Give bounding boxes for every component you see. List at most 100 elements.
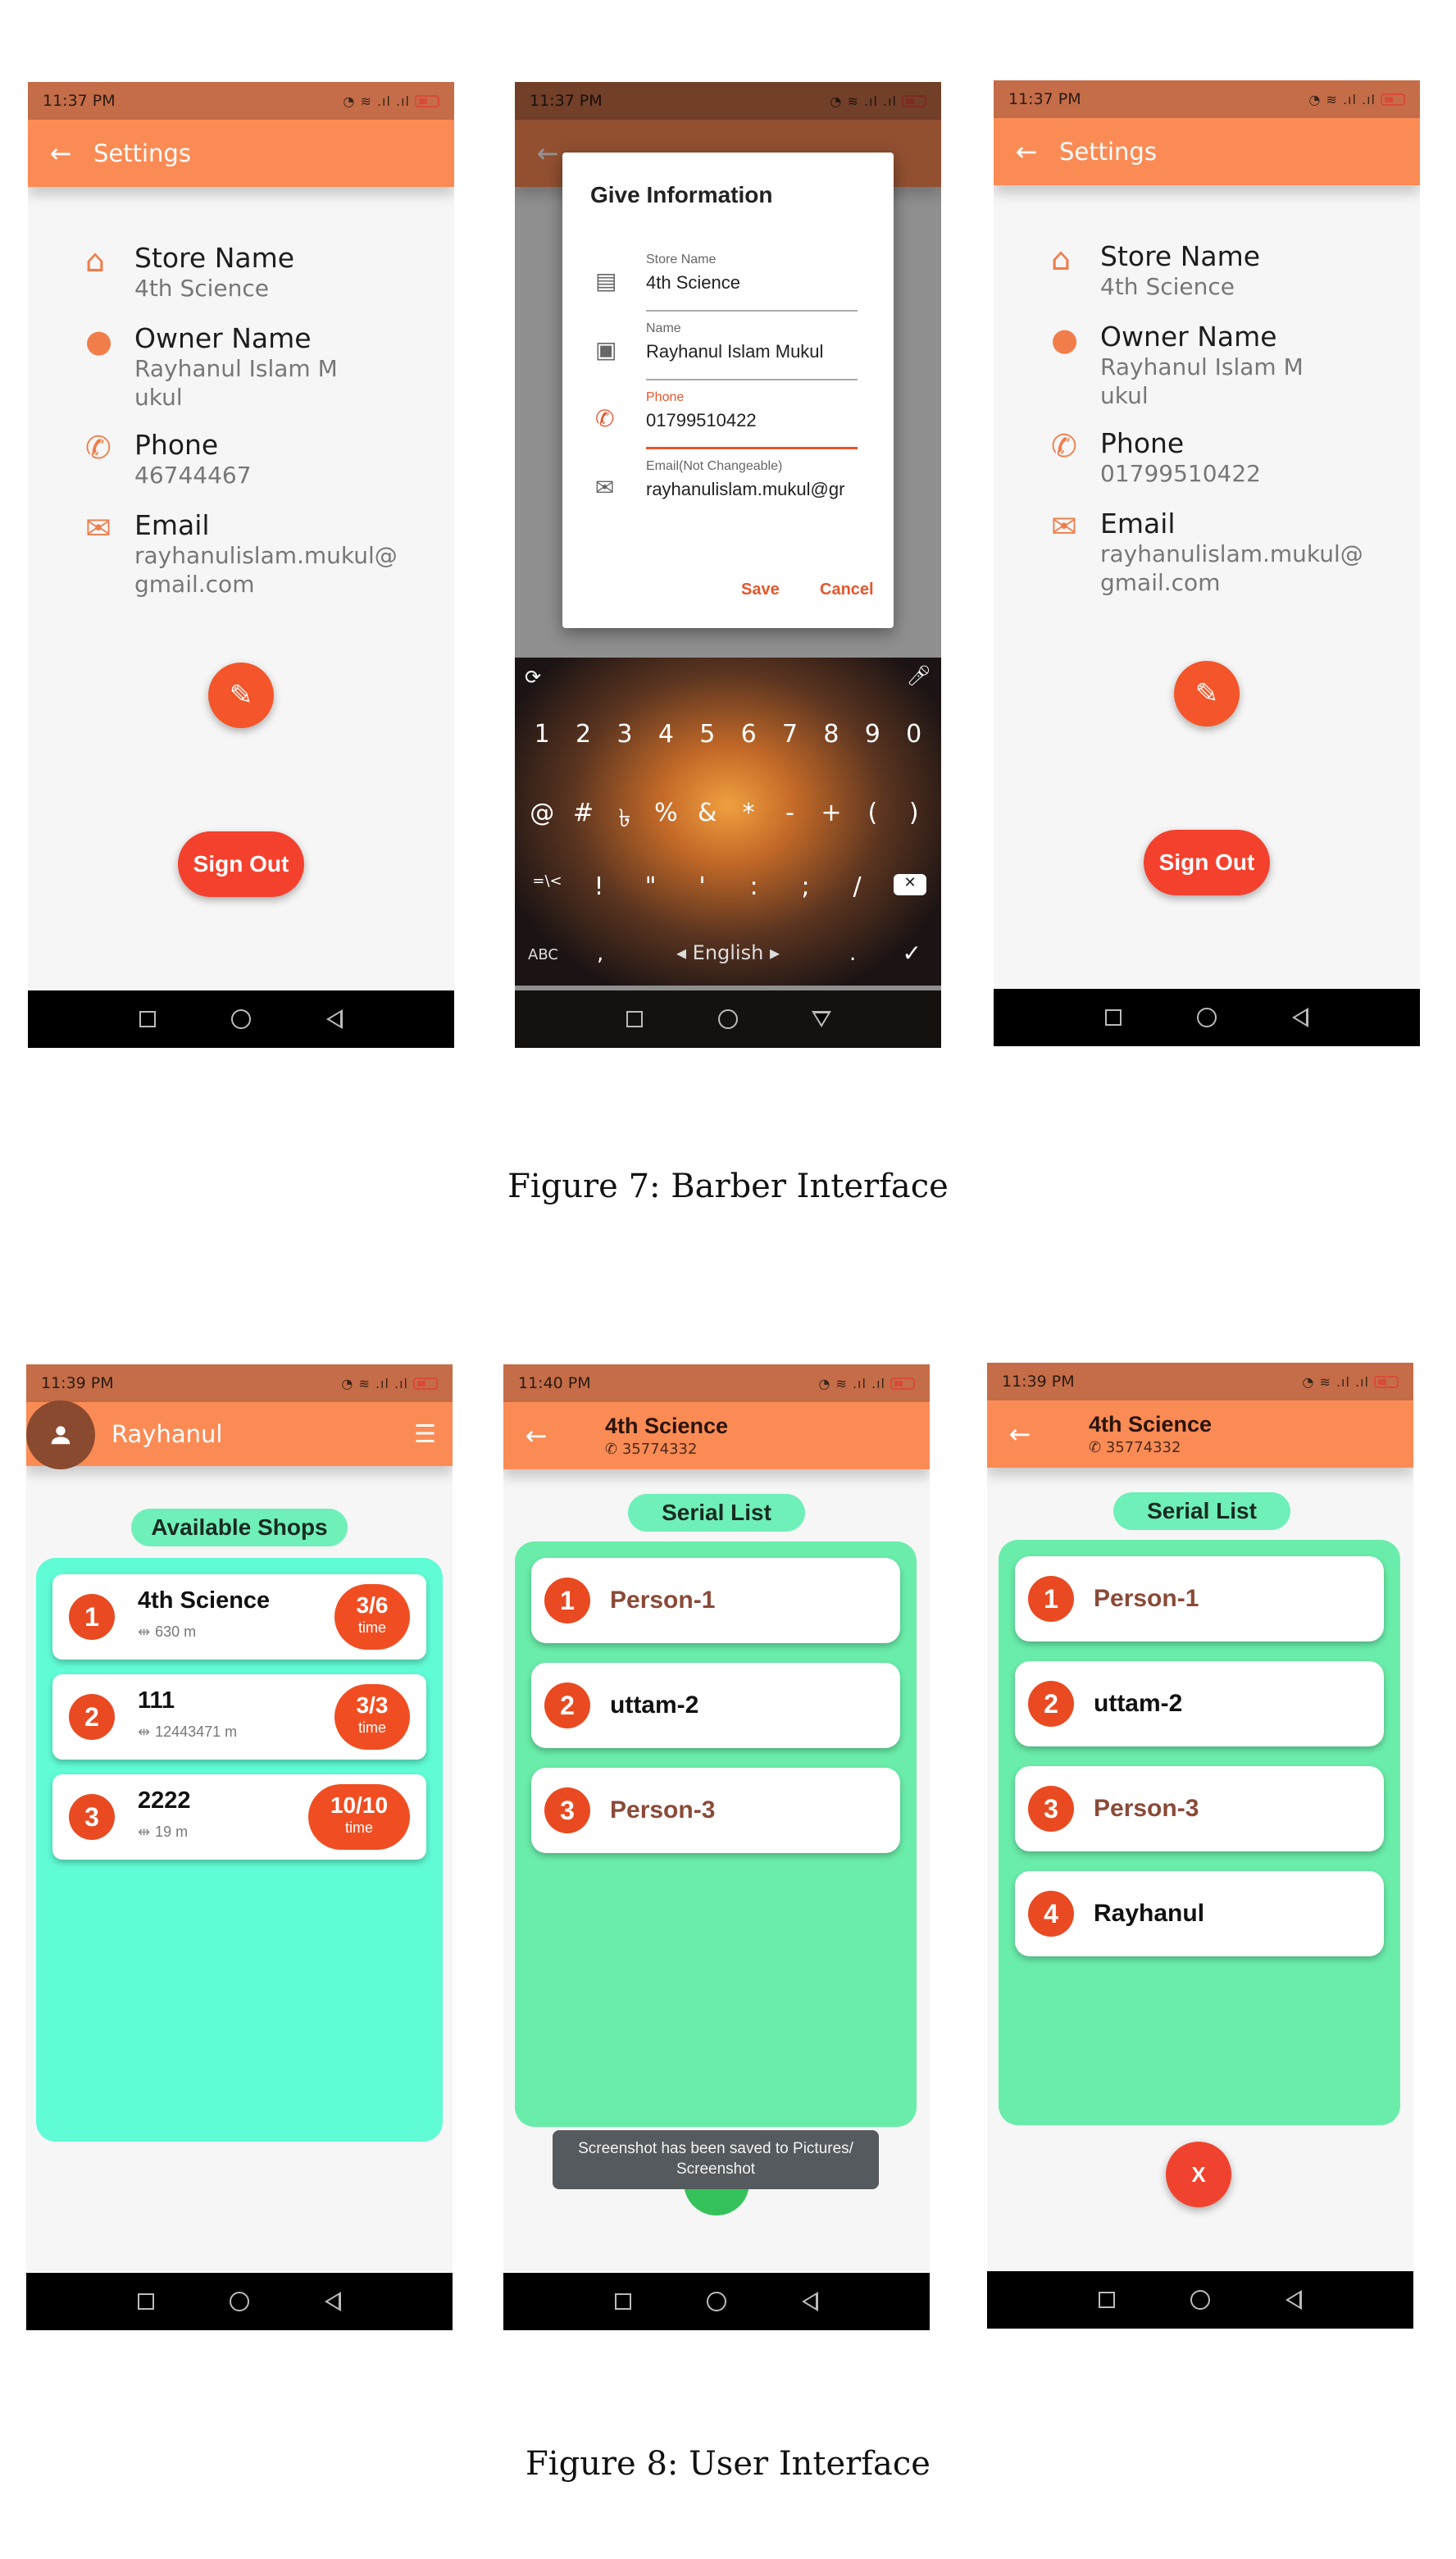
enter-check-icon[interactable]: ✓ bbox=[903, 940, 921, 967]
back-nav-icon[interactable] bbox=[1285, 2290, 1302, 2310]
keyboard-key[interactable]: 8 bbox=[813, 720, 849, 749]
period-key[interactable]: . bbox=[849, 941, 856, 966]
status-time: 11:39 PM bbox=[1002, 1373, 1075, 1391]
back-nav-icon[interactable] bbox=[802, 2292, 818, 2311]
keyboard-key[interactable]: " bbox=[633, 872, 669, 901]
owner-name-value: Rayhanul Islam Mukul bbox=[1100, 353, 1304, 409]
serial-number: 1 bbox=[1028, 1576, 1074, 1622]
serial-number: 3 bbox=[544, 1787, 590, 1833]
recents-icon[interactable] bbox=[626, 1011, 643, 1027]
home-icon[interactable] bbox=[1197, 1008, 1217, 1027]
keyboard-key[interactable]: ; bbox=[788, 872, 824, 901]
home-icon[interactable] bbox=[1190, 2290, 1210, 2310]
back-arrow-icon[interactable]: ← bbox=[28, 138, 93, 169]
space-key[interactable]: ◂ English ▸ bbox=[662, 941, 794, 964]
store-name-field[interactable]: ▤ Store Name 4th Science bbox=[595, 249, 858, 312]
keyboard-key[interactable]: * bbox=[730, 799, 767, 840]
keyboard-key[interactable]: + bbox=[813, 799, 849, 840]
name-field[interactable]: ▣ Name Rayhanul Islam Mukul bbox=[595, 318, 858, 380]
phone-icon: ✆ bbox=[85, 430, 111, 466]
nav-bar bbox=[26, 2273, 453, 2330]
recents-icon[interactable] bbox=[1099, 2292, 1115, 2308]
store-icon: ⌂ bbox=[1051, 241, 1072, 277]
keyboard-key[interactable]: # bbox=[566, 799, 602, 840]
recents-icon[interactable] bbox=[615, 2293, 631, 2310]
home-icon[interactable] bbox=[231, 1009, 251, 1029]
nav-bar bbox=[28, 990, 454, 1048]
serial-row[interactable]: 2 uttam-2 bbox=[531, 1663, 900, 1748]
serial-row[interactable]: 4 Rayhanul bbox=[1015, 1871, 1384, 1956]
back-nav-icon[interactable] bbox=[325, 2292, 341, 2311]
serial-name: Person-3 bbox=[610, 1796, 716, 1824]
keyboard-key[interactable]: ' bbox=[685, 872, 721, 901]
abc-key[interactable]: ABC bbox=[528, 946, 558, 963]
recents-icon[interactable] bbox=[138, 2293, 154, 2310]
keyboard-key[interactable]: % bbox=[648, 799, 684, 840]
serial-row[interactable]: 2 uttam-2 bbox=[1015, 1661, 1384, 1746]
field-value: rayhanulislam.mukul@gr bbox=[646, 479, 845, 499]
serial-row[interactable]: 3 Person-3 bbox=[531, 1768, 900, 1853]
keyboard-key[interactable]: 4 bbox=[648, 720, 684, 749]
keyboard-key[interactable]: ( bbox=[854, 799, 890, 840]
back-arrow-icon[interactable]: ← bbox=[503, 1420, 569, 1451]
serial-row[interactable]: 3 Person-3 bbox=[1015, 1766, 1384, 1851]
keyboard-key[interactable]: 6 bbox=[730, 720, 767, 749]
home-icon[interactable] bbox=[230, 2292, 249, 2311]
keyboard-key[interactable]: 3 bbox=[607, 720, 643, 749]
person-icon: ● bbox=[85, 323, 113, 359]
home-icon[interactable] bbox=[718, 1009, 738, 1029]
keyboard-key[interactable]: ৳ bbox=[607, 799, 643, 840]
keyboard-key[interactable]: 0 bbox=[896, 720, 932, 749]
hide-keyboard-icon[interactable] bbox=[812, 1011, 831, 1027]
back-arrow-icon[interactable]: ← bbox=[987, 1418, 1053, 1450]
sync-icon[interactable]: ⟳ bbox=[525, 666, 541, 689]
edit-button[interactable]: ✎ bbox=[208, 663, 274, 728]
mic-icon[interactable]: 🎤︎ bbox=[907, 664, 931, 687]
owner-name-label: Owner Name bbox=[1100, 321, 1277, 353]
leave-queue-button[interactable]: X bbox=[1166, 2142, 1231, 2207]
back-nav-icon[interactable] bbox=[1292, 1008, 1308, 1027]
status-bar: 11:39 PM ◔ ≋ .ıl .ıl bbox=[987, 1363, 1413, 1400]
recents-icon[interactable] bbox=[1105, 1009, 1122, 1026]
serial-row[interactable]: 1 Person-1 bbox=[531, 1558, 900, 1643]
nav-bar bbox=[515, 990, 941, 1048]
keyboard-key[interactable]: / bbox=[839, 872, 876, 901]
keyboard-key[interactable]: - bbox=[772, 799, 808, 840]
sign-out-button[interactable]: Sign Out bbox=[178, 831, 304, 897]
avatar[interactable] bbox=[26, 1400, 95, 1469]
serial-list-pill: Serial List bbox=[1113, 1492, 1290, 1530]
keyboard-key[interactable]: =\< bbox=[530, 872, 566, 901]
phone-icon: ✆ bbox=[595, 405, 615, 432]
backspace-icon[interactable]: ✕ bbox=[894, 874, 926, 895]
recents-icon[interactable] bbox=[139, 1011, 156, 1027]
serial-row[interactable]: 1 Person-1 bbox=[1015, 1556, 1384, 1641]
keyboard-key[interactable]: 5 bbox=[689, 720, 726, 749]
edit-button[interactable]: ✎ bbox=[1174, 661, 1240, 726]
keyboard-key[interactable]: ! bbox=[581, 872, 617, 901]
keyboard-key[interactable]: 1 bbox=[524, 720, 560, 749]
comma-key[interactable]: , bbox=[597, 941, 603, 966]
status-bar: 11:37 PM ◔ ≋ .ıl .ıl bbox=[994, 80, 1420, 118]
shop-card[interactable]: 2 111 ⇹ 12443471 m 3/3 time bbox=[52, 1674, 426, 1760]
home-icon[interactable] bbox=[707, 2292, 726, 2311]
phone-field[interactable]: ✆ Phone 01799510422 bbox=[595, 387, 858, 449]
app-bar: ← 4th Science ✆ 35774332 bbox=[987, 1400, 1413, 1468]
keyboard-key[interactable]: 7 bbox=[772, 720, 808, 749]
back-nav-icon[interactable] bbox=[326, 1009, 343, 1029]
shop-phone: ✆ 35774332 bbox=[605, 1441, 698, 1458]
keyboard-key[interactable]: & bbox=[689, 799, 726, 840]
sign-out-button[interactable]: Sign Out bbox=[1144, 830, 1270, 895]
shop-card[interactable]: 3 2222 ⇹ 19 m 10/10 time bbox=[52, 1774, 426, 1860]
signal-icons: ◔ ≋ .ıl .ıl bbox=[341, 1375, 408, 1391]
save-button[interactable]: Save bbox=[741, 581, 780, 599]
keyboard-key[interactable]: ) bbox=[896, 799, 932, 840]
keyboard-key[interactable]: : bbox=[736, 872, 772, 901]
back-arrow-icon[interactable]: ← bbox=[994, 136, 1059, 167]
keyboard-key[interactable]: 2 bbox=[566, 720, 602, 749]
keyboard-key[interactable]: @ bbox=[524, 799, 560, 840]
cancel-button[interactable]: Cancel bbox=[820, 581, 874, 599]
shop-card[interactable]: 1 4th Science ⇹ 630 m 3/6 time bbox=[52, 1574, 426, 1660]
email-row: ✉ Email rayhanulislam.mukul@gmail.com bbox=[85, 510, 438, 599]
menu-icon[interactable]: ☰ bbox=[414, 1420, 436, 1449]
keyboard-key[interactable]: 9 bbox=[854, 720, 890, 749]
